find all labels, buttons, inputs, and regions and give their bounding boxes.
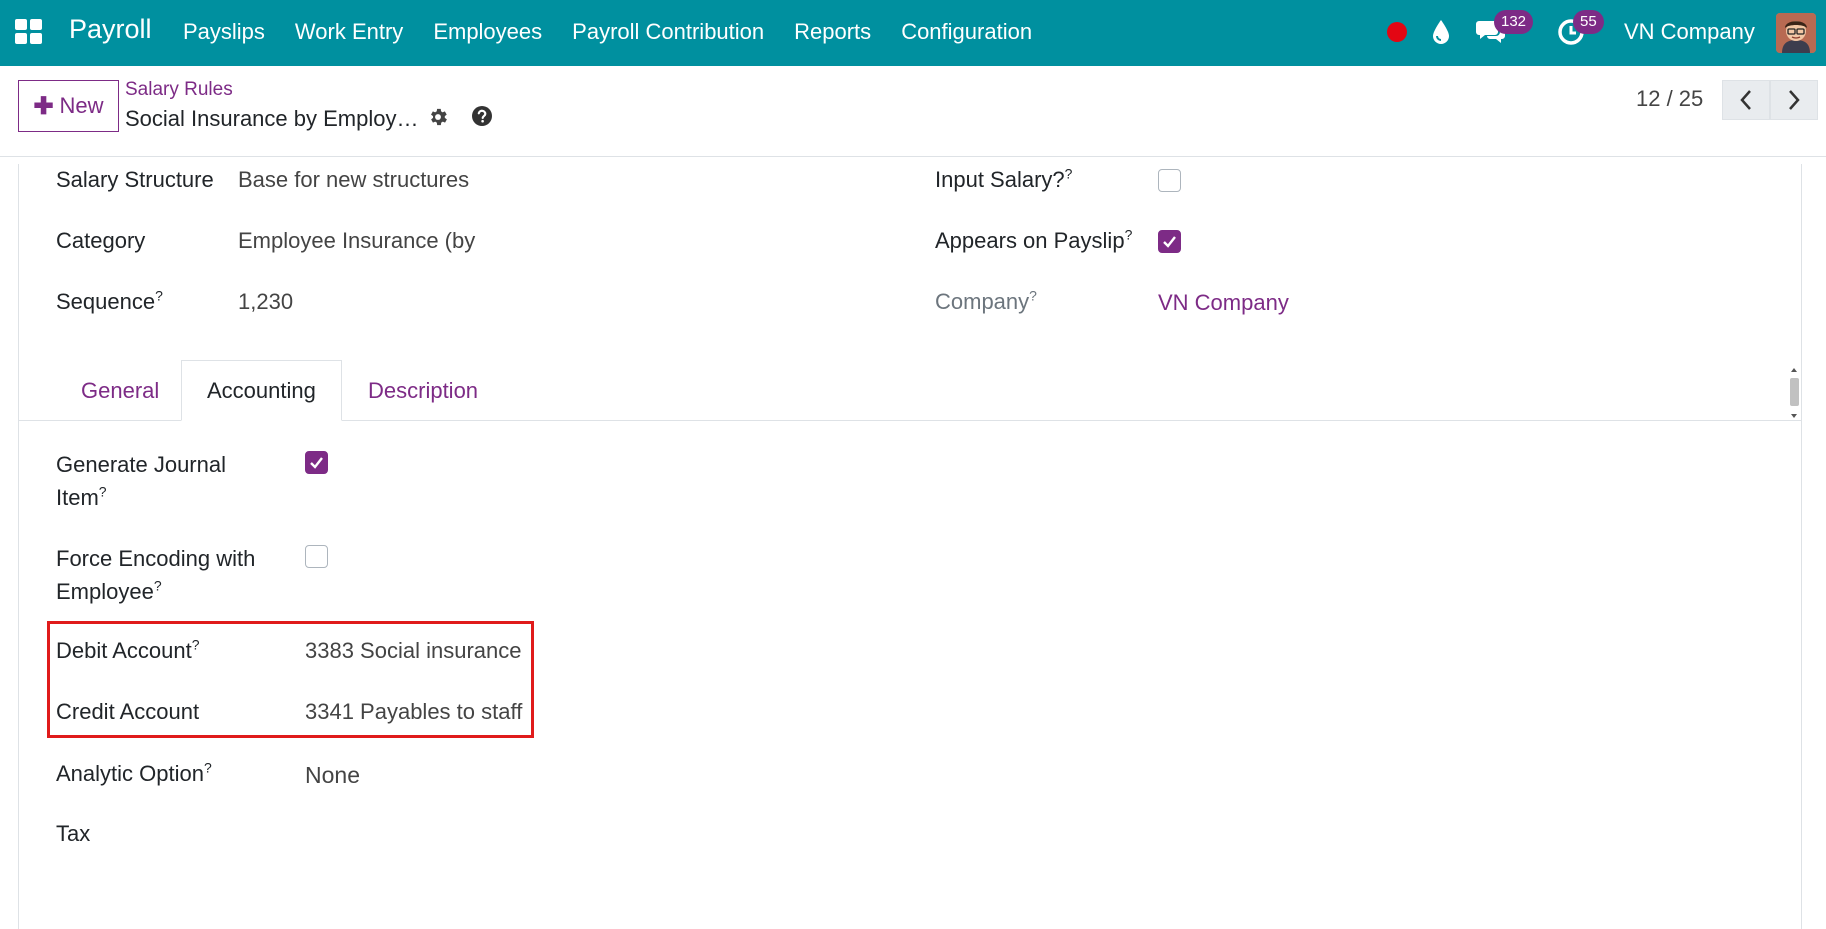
menu-item-work-entry[interactable]: Work Entry: [295, 19, 403, 45]
help-tooltip-icon[interactable]: ?: [99, 484, 107, 500]
category-field[interactable]: Employee Insurance (by: [238, 228, 475, 254]
company-field[interactable]: VN Company: [1158, 290, 1289, 316]
sequence-label: Sequence?: [56, 287, 163, 314]
new-button-label: New: [59, 93, 104, 118]
scrollbar[interactable]: [1787, 364, 1801, 422]
tab-general[interactable]: General: [56, 360, 184, 421]
gear-icon[interactable]: [427, 106, 449, 134]
app-name[interactable]: Payroll: [69, 14, 152, 45]
help-tooltip-icon[interactable]: ?: [154, 578, 162, 594]
help-tooltip-icon[interactable]: ?: [1065, 166, 1073, 182]
analytic-option-select[interactable]: None: [305, 762, 360, 789]
tab-description[interactable]: Description: [343, 360, 503, 421]
breadcrumb-salary-rules[interactable]: Salary Rules: [125, 79, 233, 101]
category-label: Category: [56, 228, 146, 253]
pager-next-button[interactable]: [1770, 80, 1818, 120]
record-title: Social Insurance by Employ…: [125, 106, 419, 131]
sequence-field[interactable]: 1,230: [238, 289, 293, 315]
help-tooltip-icon[interactable]: ?: [1125, 227, 1133, 243]
check-icon: [310, 457, 323, 469]
tab-accounting[interactable]: Accounting: [181, 360, 342, 421]
check-icon: [1163, 236, 1176, 248]
input-salary-label: Input Salary??: [935, 165, 1073, 192]
input-salary-checkbox[interactable]: [1158, 169, 1181, 192]
plus-icon: ✚: [33, 92, 54, 120]
avatar[interactable]: [1776, 13, 1816, 53]
menu-item-payslips[interactable]: Payslips: [183, 19, 265, 45]
company-label: Company?: [935, 287, 1037, 314]
appears-on-payslip-checkbox[interactable]: [1158, 230, 1181, 253]
help-tooltip-icon[interactable]: ?: [204, 760, 212, 776]
drop-icon[interactable]: [1431, 18, 1451, 52]
form-sheet: Salary Structure Base for new structures…: [18, 164, 1802, 929]
recording-dot-icon[interactable]: [1387, 22, 1407, 42]
tax-field[interactable]: [305, 821, 605, 849]
messages-badge: 132: [1494, 10, 1534, 34]
salary-structure-label: Salary Structure: [56, 167, 214, 192]
tax-label: Tax: [56, 821, 91, 846]
generate-journal-item-label: Generate Journal Item?: [56, 452, 226, 510]
force-encoding-label: Force Encoding with Employee?: [56, 546, 256, 604]
menu-item-payroll-contribution[interactable]: Payroll Contribution: [572, 19, 764, 45]
chevron-left-icon: [1740, 90, 1751, 110]
pager-previous-button[interactable]: [1722, 80, 1770, 120]
main-menu: Payslips Work Entry Employees Payroll Co…: [183, 19, 1062, 45]
company-switcher[interactable]: VN Company: [1624, 19, 1755, 45]
help-tooltip-icon[interactable]: ?: [155, 288, 163, 304]
appears-on-payslip-label: Appears on Payslip?: [935, 226, 1133, 253]
highlight-box: [47, 621, 534, 738]
chevron-right-icon: [1789, 90, 1800, 110]
analytic-option-label: Analytic Option?: [56, 759, 212, 786]
force-encoding-checkbox[interactable]: [305, 545, 328, 568]
scroll-thumb[interactable]: [1790, 378, 1799, 406]
activities-badge: 55: [1573, 10, 1604, 34]
control-panel: ✚ New Salary Rules Social Insurance by E…: [0, 66, 1826, 157]
pager-value[interactable]: 12 / 25: [1636, 86, 1703, 112]
salary-structure-field[interactable]: Base for new structures: [238, 167, 469, 193]
apps-grid-icon[interactable]: [15, 19, 43, 45]
help-icon[interactable]: [471, 105, 493, 133]
generate-journal-item-checkbox[interactable]: [305, 451, 328, 474]
top-navbar: Payroll Payslips Work Entry Employees Pa…: [0, 0, 1826, 66]
new-button[interactable]: ✚ New: [18, 80, 119, 132]
menu-item-configuration[interactable]: Configuration: [901, 19, 1032, 45]
help-tooltip-icon[interactable]: ?: [1029, 288, 1037, 304]
menu-item-employees[interactable]: Employees: [433, 19, 542, 45]
menu-item-reports[interactable]: Reports: [794, 19, 871, 45]
